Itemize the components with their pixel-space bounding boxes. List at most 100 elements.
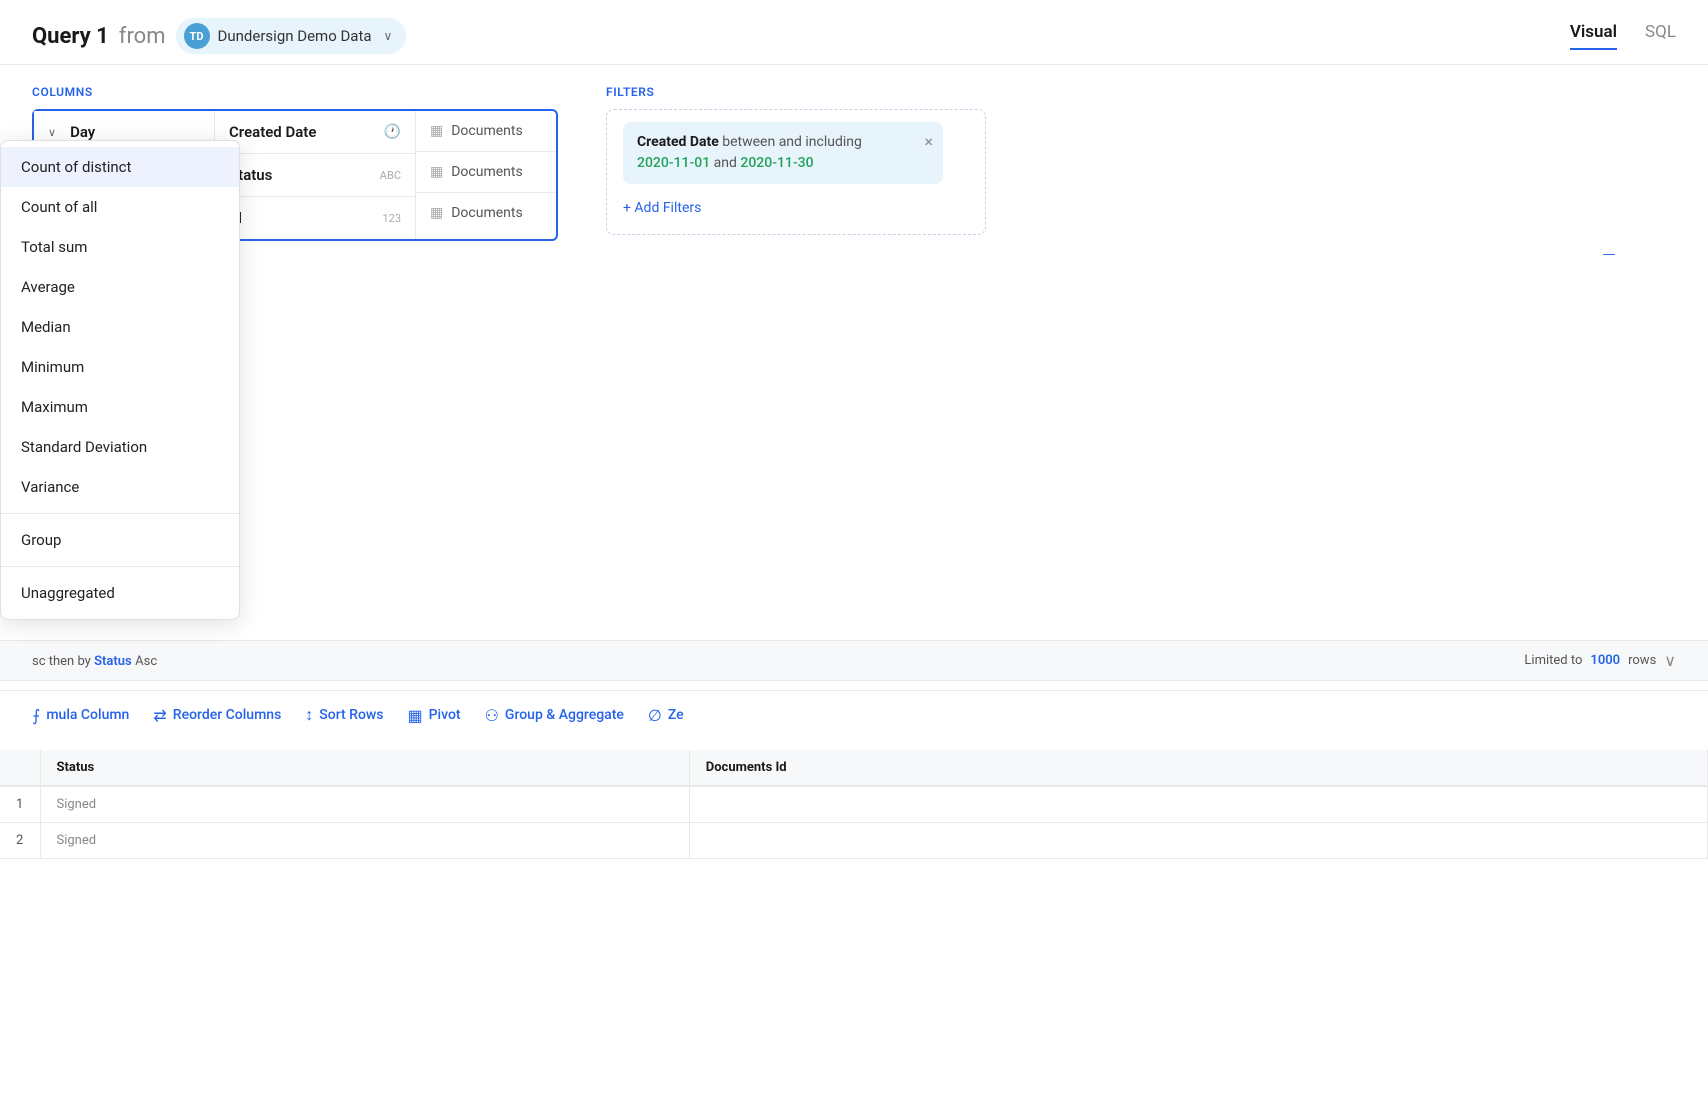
- header-tabs: Visual SQL: [1570, 22, 1676, 50]
- formula-icon: ⨍: [32, 706, 40, 725]
- group-agg-label: Group & Aggregate: [505, 707, 624, 723]
- tab-sql[interactable]: SQL: [1645, 22, 1676, 50]
- table-icon-1: ▦: [430, 164, 443, 180]
- table-selectors-list: ▦ Documents ▦ Documents ▦ Documents: [416, 111, 556, 239]
- sort-bar: sc then by Status Asc Limited to 1000 ro…: [0, 640, 1708, 681]
- pivot-label: Pivot: [429, 707, 461, 723]
- table-selector-1[interactable]: ▦ Documents: [416, 152, 556, 193]
- collapse-button[interactable]: —: [1602, 245, 1636, 266]
- reorder-icon: ⇄: [153, 706, 166, 725]
- limit-chevron-icon[interactable]: ∨: [1664, 651, 1676, 670]
- chevron-icon-day: ∨: [48, 126, 56, 139]
- ze-icon: ∅: [648, 706, 662, 725]
- field-type-status: ABC: [380, 169, 401, 182]
- columns-section-label: Columns: [32, 85, 558, 99]
- formula-column-button[interactable]: ⨍ mula Column: [32, 706, 129, 725]
- aggregation-dropdown: Count of distinct Count of all Total sum…: [0, 140, 240, 620]
- table-header-row: Status Documents Id: [0, 750, 1708, 786]
- row-num-2: 2: [0, 823, 40, 859]
- sort-rows-button[interactable]: ↕ Sort Rows: [305, 705, 383, 725]
- dropdown-divider: [1, 513, 239, 514]
- toolbar: ⨍ mula Column ⇄ Reorder Columns ↕ Sort R…: [0, 690, 1708, 739]
- pivot-icon: ▦: [408, 706, 423, 725]
- add-filters-button[interactable]: + Add Filters: [623, 194, 969, 222]
- sort-text-prefix: sc then by: [32, 654, 94, 669]
- tab-visual[interactable]: Visual: [1570, 22, 1617, 50]
- sort-icon: ↕: [305, 705, 313, 725]
- field-type-id: 123: [382, 212, 401, 225]
- data-table-area: Status Documents Id 1 Signed 2 Signed: [0, 750, 1708, 1108]
- dropdown-item-median[interactable]: Median: [1, 307, 239, 347]
- table-name-2: Documents: [451, 205, 522, 221]
- dropdown-divider-2: [1, 566, 239, 567]
- row-num-1: 1: [0, 786, 40, 823]
- reorder-label: Reorder Columns: [173, 707, 282, 723]
- table-row: 1 Signed: [0, 786, 1708, 823]
- filter-close-icon[interactable]: ×: [924, 132, 933, 151]
- table-name-1: Documents: [451, 164, 522, 180]
- table-name-0: Documents: [451, 123, 522, 139]
- limit-value[interactable]: 1000: [1590, 653, 1620, 668]
- sort-dir: Asc: [135, 654, 157, 669]
- chevron-down-icon: ∨: [384, 29, 393, 43]
- table-icon-2: ▦: [430, 205, 443, 221]
- sort-info: sc then by Status Asc: [32, 653, 157, 669]
- query-title: Query 1: [32, 24, 109, 49]
- dropdown-item-std-dev[interactable]: Standard Deviation: [1, 427, 239, 467]
- field-row-created-date[interactable]: Created Date 🕐: [215, 111, 415, 154]
- main-layout: Columns ∨ Day: [0, 65, 1708, 665]
- limit-info: Limited to 1000 rows ∨: [1524, 651, 1676, 670]
- table-selector-0[interactable]: ▦ Documents: [416, 111, 556, 152]
- clock-icon: 🕐: [384, 124, 401, 140]
- column-name-day: Day: [70, 123, 95, 141]
- row-2-status: Signed: [40, 823, 689, 859]
- row-1-doc-id: [689, 786, 1707, 823]
- field-row-id[interactable]: Id 123: [215, 197, 415, 239]
- filters-panel: Filters Created Date between and includi…: [606, 85, 1676, 665]
- field-name-created-date: Created Date: [229, 123, 316, 141]
- pivot-button[interactable]: ▦ Pivot: [408, 706, 461, 725]
- row-2-doc-id: [689, 823, 1707, 859]
- sort-field: Status: [94, 654, 132, 669]
- dropdown-item-variance[interactable]: Variance: [1, 467, 239, 507]
- row-1-status: Signed: [40, 786, 689, 823]
- limit-prefix: Limited to: [1524, 653, 1582, 668]
- dropdown-item-minimum[interactable]: Minimum: [1, 347, 239, 387]
- dropdown-item-count-distinct[interactable]: Count of distinct: [1, 147, 239, 187]
- dropdown-item-count-all[interactable]: Count of all: [1, 187, 239, 227]
- table-selector-2[interactable]: ▦ Documents: [416, 193, 556, 233]
- ze-label: Ze: [668, 707, 684, 723]
- from-label: from: [119, 24, 166, 49]
- table-icon-0: ▦: [430, 123, 443, 139]
- dropdown-item-group[interactable]: Group: [1, 520, 239, 560]
- group-agg-icon: ⚇: [485, 706, 499, 725]
- filter-date2[interactable]: 2020-11-30: [740, 155, 813, 171]
- field-row-status[interactable]: Status ABC: [215, 154, 415, 197]
- header-left: Query 1 from TD Dundersign Demo Data ∨: [32, 18, 406, 54]
- datasource-icon: TD: [184, 23, 210, 49]
- filter-border-box: Created Date between and including 2020-…: [606, 109, 986, 235]
- datasource-badge[interactable]: TD Dundersign Demo Data ∨: [176, 18, 407, 54]
- datasource-name: Dundersign Demo Data: [218, 27, 372, 45]
- dropdown-item-maximum[interactable]: Maximum: [1, 387, 239, 427]
- dropdown-item-average[interactable]: Average: [1, 267, 239, 307]
- filter-field-label: Created Date: [637, 134, 719, 150]
- dropdown-item-total-sum[interactable]: Total sum: [1, 227, 239, 267]
- header: Query 1 from TD Dundersign Demo Data ∨ V…: [0, 0, 1708, 65]
- filter-and-label: and: [714, 155, 741, 171]
- filter-date1[interactable]: 2020-11-01: [637, 155, 710, 171]
- reorder-columns-button[interactable]: ⇄ Reorder Columns: [153, 706, 281, 725]
- group-aggregate-button[interactable]: ⚇ Group & Aggregate: [485, 706, 624, 725]
- columns-area: Columns ∨ Day: [32, 85, 558, 665]
- table-row: 2 Signed: [0, 823, 1708, 859]
- data-table: Status Documents Id 1 Signed 2 Signed: [0, 750, 1708, 859]
- col-header-status: Status: [40, 750, 689, 786]
- filters-section-label: Filters: [606, 85, 1676, 99]
- ze-button[interactable]: ∅ Ze: [648, 706, 684, 725]
- formula-label: mula Column: [46, 707, 129, 723]
- dropdown-item-unaggregated[interactable]: Unaggregated: [1, 573, 239, 613]
- col-header-doc-id: Documents Id: [689, 750, 1707, 786]
- filter-op-label: between and including: [722, 134, 862, 150]
- limit-suffix: rows: [1628, 653, 1656, 668]
- column-fields-list: Created Date 🕐 Status ABC Id 123: [215, 111, 416, 239]
